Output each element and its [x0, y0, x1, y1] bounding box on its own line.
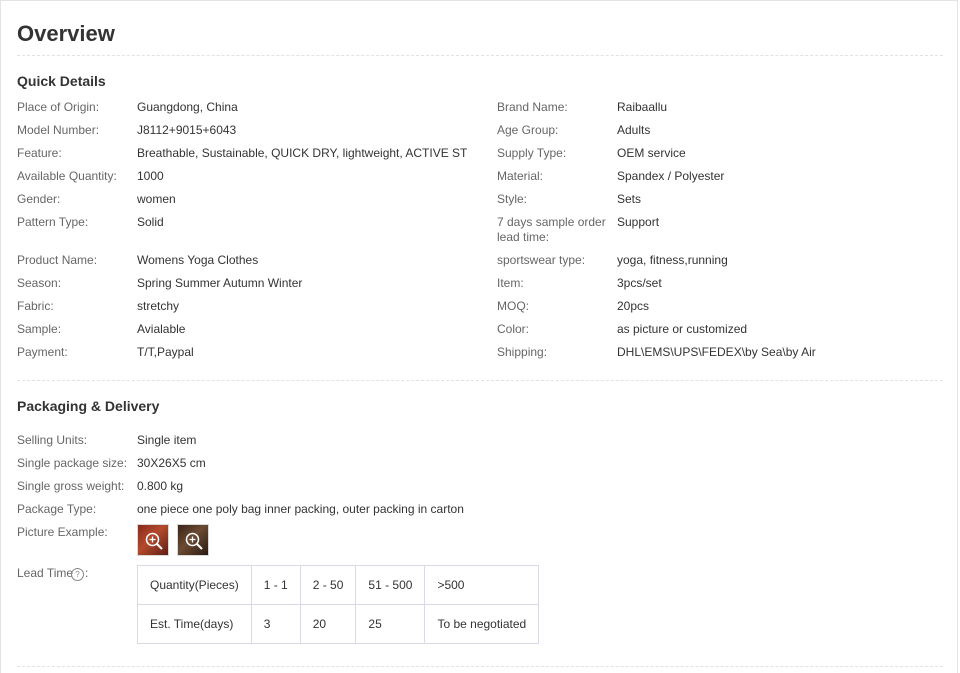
attr-key: sportswear type:	[497, 253, 586, 267]
attr-value: 3pcs/set	[617, 276, 662, 290]
attr-key: Material:	[497, 169, 544, 183]
attr-value: Adults	[617, 123, 651, 137]
attr-key: Sample:	[17, 322, 62, 336]
table-cell: 1 - 1	[250, 565, 301, 605]
attr-value: Sets	[617, 192, 642, 206]
attr-key: Available Quantity:	[17, 169, 117, 183]
table-cell: 20	[299, 604, 357, 644]
zoom-in-icon	[185, 532, 203, 550]
attr-value: Raibaallu	[617, 100, 668, 114]
table-cell: 51 - 500	[355, 565, 426, 605]
attr-value: Womens Yoga Clothes	[137, 253, 259, 267]
table-row: Quantity(Pieces) 1 - 1 2 - 50 51 - 500 >…	[137, 565, 540, 605]
lead-time-label: Lead Time	[17, 566, 74, 580]
table-cell: Quantity(Pieces)	[137, 565, 252, 605]
attr-key: Shipping:	[497, 345, 548, 359]
table-cell: Est. Time(days)	[137, 604, 252, 644]
attr-key: Package Type:	[17, 502, 97, 516]
attr-key: Feature:	[17, 146, 62, 160]
attr-key: Gender:	[17, 192, 61, 206]
attr-value: J8112+9015+6043	[137, 123, 237, 137]
attr-value: T/T,Paypal	[137, 345, 194, 359]
attr-key: Pattern Type:	[17, 215, 89, 229]
attr-key: Place of Origin:	[17, 100, 100, 114]
lead-time-table: Quantity(Pieces) 1 - 1 2 - 50 51 - 500 >…	[137, 565, 540, 644]
attr-value: Avialable	[137, 322, 186, 336]
table-cell: >500	[424, 565, 540, 605]
divider	[17, 380, 943, 381]
attr-key: Selling Units:	[17, 433, 88, 447]
packaging-delivery-heading: Packaging & Delivery	[17, 398, 160, 414]
table-cell: 25	[355, 604, 426, 644]
attr-key: Supply Type:	[497, 146, 567, 160]
attr-value: women	[137, 192, 176, 206]
attr-key: Color:	[497, 322, 530, 336]
table-cell: To be negotiated	[424, 604, 540, 644]
attr-key: Single gross weight:	[17, 479, 125, 493]
attr-key: Picture Example:	[17, 525, 108, 539]
divider	[17, 666, 943, 667]
picture-thumbnail[interactable]	[137, 524, 169, 556]
attr-value: Single item	[137, 433, 197, 447]
attr-key: Age Group:	[497, 123, 559, 137]
help-icon[interactable]: ?	[71, 568, 84, 581]
attr-key: Brand Name:	[497, 100, 568, 114]
picture-thumbnail[interactable]	[177, 524, 209, 556]
table-cell: 2 - 50	[299, 565, 357, 605]
attr-value: Spandex / Polyester	[617, 169, 725, 183]
zoom-in-icon	[145, 532, 163, 550]
attr-key: Model Number:	[17, 123, 100, 137]
attr-value: Support	[617, 215, 660, 229]
lead-time-colon: :	[85, 566, 89, 580]
attr-value: 20pcs	[617, 299, 650, 313]
divider	[17, 55, 943, 56]
attr-key: Single package size:	[17, 456, 128, 470]
attr-key: 7 days sample order lead time:	[497, 215, 606, 244]
table-row: Est. Time(days) 3 20 25 To be negotiated	[137, 604, 540, 644]
attr-key: Payment:	[17, 345, 68, 359]
page-title: Overview	[17, 21, 115, 46]
attr-value: 30X26X5 cm	[137, 456, 206, 470]
attr-value: Breathable, Sustainable, QUICK DRY, ligh…	[137, 146, 467, 160]
product-overview-panel: Overview Quick Details Place of Origin: …	[0, 0, 958, 673]
attr-value: Guangdong, China	[137, 100, 238, 114]
attr-value: Spring Summer Autumn Winter	[137, 276, 303, 290]
attr-key: MOQ:	[497, 299, 529, 313]
attr-key: Product Name:	[17, 253, 98, 267]
attr-key: Item:	[497, 276, 524, 290]
quick-details-heading: Quick Details	[17, 73, 106, 89]
attr-value: one piece one poly bag inner packing, ou…	[137, 502, 464, 516]
attr-value: as picture or customized	[617, 322, 748, 336]
attr-value: DHL\EMS\UPS\FEDEX\by Sea\by Air	[617, 345, 816, 359]
attr-value: stretchy	[137, 299, 180, 313]
attr-value: yoga, fitness,running	[617, 253, 728, 267]
attr-value: 0.800 kg	[137, 479, 184, 493]
attr-value: 1000	[137, 169, 164, 183]
attr-key: Season:	[17, 276, 62, 290]
table-cell: 3	[250, 604, 301, 644]
attr-value: Solid	[137, 215, 164, 229]
attr-key: Style:	[497, 192, 528, 206]
attr-value: OEM service	[617, 146, 686, 160]
attr-key: Fabric:	[17, 299, 54, 313]
